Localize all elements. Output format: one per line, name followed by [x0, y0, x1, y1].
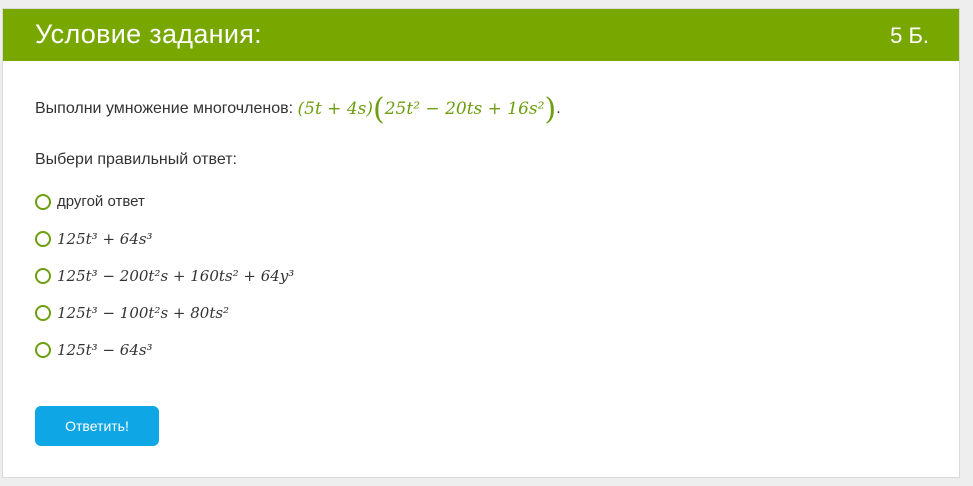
points-badge: 5 Б. [890, 23, 929, 48]
answer-label: 125t³ − 100t²s + 80ts² [57, 303, 230, 322]
radio-button[interactable] [35, 193, 51, 210]
task-end: . [556, 100, 561, 117]
answer-option[interactable]: 125t³ + 64s³ [35, 220, 939, 257]
answer-options: другой ответ 125t³ + 64s³ 125t³ − 200t²s… [35, 183, 939, 368]
task-title: Условие задания: [35, 19, 262, 49]
task-prompt: Выполни умножение многочленов: [35, 100, 294, 117]
task-expression-right: 25t² − 20ts + 16s² [384, 99, 545, 119]
radio-button[interactable] [35, 341, 51, 358]
answer-label: 125t³ − 64s³ [57, 340, 153, 359]
answer-label: 125t³ + 64s³ [57, 229, 153, 248]
answer-option[interactable]: другой ответ [35, 183, 939, 220]
task-header: Условие задания: 5 Б. [3, 9, 959, 61]
task-expression-left: (5t + 4s) [297, 99, 374, 119]
answer-label: другой ответ [57, 193, 145, 210]
open-paren: ( [373, 91, 385, 127]
submit-button[interactable]: Ответить! [35, 406, 159, 446]
answer-option[interactable]: 125t³ − 100t²s + 80ts² [35, 294, 939, 331]
radio-button[interactable] [35, 230, 51, 247]
task-card: Условие задания: 5 Б. Выполни умножение … [2, 8, 960, 478]
choose-label: Выбери правильный ответ: [35, 151, 237, 168]
close-paren: ) [544, 91, 557, 127]
answer-option[interactable]: 125t³ − 200t²s + 160ts² + 64y³ [35, 257, 939, 294]
task-statement: Выполни умножение многочленов: (5t + 4s)… [35, 91, 939, 127]
task-content: Выполни умножение многочленов: (5t + 4s)… [35, 91, 939, 368]
answer-label: 125t³ − 200t²s + 160ts² + 64y³ [57, 266, 295, 285]
radio-button[interactable] [35, 304, 51, 321]
radio-button[interactable] [35, 267, 51, 284]
answer-option[interactable]: 125t³ − 64s³ [35, 331, 939, 368]
